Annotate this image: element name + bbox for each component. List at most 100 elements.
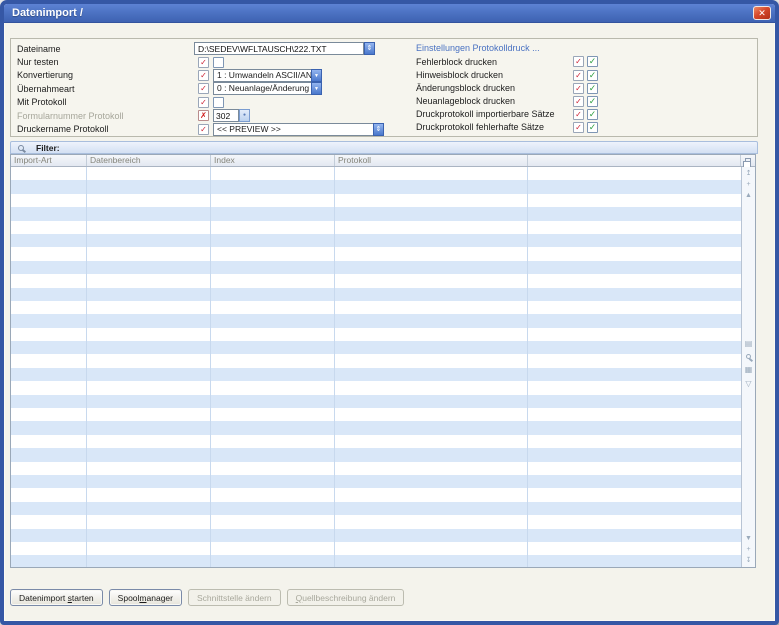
field-error-icon[interactable]: ✗ (198, 110, 209, 121)
pan-icon[interactable]: + (742, 179, 755, 190)
aenderungsblock-label: Änderungsblock drucken (416, 83, 573, 93)
table-row[interactable] (11, 194, 741, 207)
quellbeschreibung-aendern-button[interactable]: Quellbeschreibung ändern (287, 589, 405, 606)
table-row[interactable] (11, 555, 741, 567)
table-row[interactable] (11, 542, 741, 555)
action-button-bar: Datenimport starten Spoolmanager Schnitt… (10, 589, 404, 606)
table-row[interactable] (11, 301, 741, 314)
table-row[interactable] (11, 288, 741, 301)
table-row[interactable] (11, 381, 741, 394)
mit-protokoll-checkbox[interactable] (213, 97, 224, 108)
table-row[interactable] (11, 475, 741, 488)
scroll-up-icon[interactable]: ▲ (742, 190, 755, 201)
filter-funnel-icon[interactable]: ▽ (742, 377, 755, 391)
chevron-down-icon: ▼ (314, 73, 319, 79)
table-cell (335, 542, 528, 555)
fehlerblock-checkbox[interactable]: ✓ (587, 56, 598, 67)
table-cell (11, 395, 87, 408)
table-row[interactable] (11, 234, 741, 247)
table-cell (528, 207, 741, 220)
table-row[interactable] (11, 368, 741, 381)
uebernahmeart-dropdown-button[interactable]: ▼ (311, 82, 322, 95)
scroll-to-top-icon[interactable]: ↥ (742, 168, 755, 179)
search-icon[interactable] (746, 354, 751, 359)
spoolmanager-button[interactable]: Spoolmanager (109, 589, 182, 606)
windows-icon (745, 158, 751, 163)
table-row[interactable] (11, 462, 741, 475)
druckername-lookup-button[interactable]: ⇕ (373, 123, 384, 136)
table-row[interactable] (11, 529, 741, 542)
scroll-to-bottom-icon[interactable]: ↧ (742, 555, 755, 566)
table-row[interactable] (11, 408, 741, 421)
filter-bar[interactable]: Filter: (10, 141, 758, 154)
table-row[interactable] (11, 328, 741, 341)
hinweisblock-checkbox[interactable]: ✓ (587, 70, 598, 81)
field-indicator-icon[interactable]: ✓ (198, 83, 209, 94)
protocol-row: Druckprotokoll importierbare Sätze ✓ ✓ (416, 108, 756, 121)
field-indicator-icon[interactable]: ✓ (198, 97, 209, 108)
table-row[interactable] (11, 448, 741, 461)
nur-testen-checkbox[interactable] (213, 57, 224, 68)
field-row-konvertierung: Konvertierung ✓ 1 : Umwandeln ASCII/ANSI… (17, 69, 384, 82)
neuanlageblock-checkbox[interactable]: ✓ (587, 96, 598, 107)
pan-icon[interactable]: + (742, 544, 755, 555)
uebernahmeart-select[interactable]: 0 : Neuanlage/Änderung (213, 82, 311, 95)
field-indicator-icon[interactable]: ✓ (573, 83, 584, 94)
table-row[interactable] (11, 502, 741, 515)
table-row[interactable] (11, 207, 741, 220)
table-row[interactable] (11, 421, 741, 434)
field-indicator-icon[interactable]: ✓ (198, 57, 209, 68)
close-button[interactable]: ✕ (753, 6, 771, 20)
aenderungsblock-checkbox[interactable]: ✓ (587, 83, 598, 94)
schnittstelle-aendern-button[interactable]: Schnittstelle ändern (188, 589, 281, 606)
table-row[interactable] (11, 221, 741, 234)
scroll-down-icon[interactable]: ▼ (742, 533, 755, 544)
table-row[interactable] (11, 341, 741, 354)
table-header-options-button[interactable] (741, 155, 755, 166)
dateiname-input[interactable] (194, 42, 364, 55)
detail-view-icon[interactable]: ▤ (742, 337, 755, 351)
dateiname-lookup-button[interactable]: ⇕ (364, 42, 375, 55)
table-row[interactable] (11, 180, 741, 193)
column-header[interactable]: Protokoll (335, 155, 528, 166)
table-row[interactable] (11, 167, 741, 180)
table-cell (335, 395, 528, 408)
red-check-icon: ✓ (200, 98, 207, 107)
fehlerhafte-saetze-checkbox[interactable]: ✓ (587, 122, 598, 133)
column-header[interactable] (528, 155, 741, 166)
table-row[interactable] (11, 435, 741, 448)
table-row[interactable] (11, 314, 741, 327)
formularnummer-spinner[interactable]: ● (239, 109, 250, 122)
fehlerblock-label: Fehlerblock drucken (416, 57, 573, 67)
table-row[interactable] (11, 274, 741, 287)
table-cell (11, 234, 87, 247)
table-cell (11, 475, 87, 488)
druckername-select[interactable]: << PREVIEW >> (213, 123, 373, 136)
table-view-icon[interactable]: ▦ (742, 363, 755, 377)
datenimport-starten-button[interactable]: Datenimport starten (10, 589, 103, 606)
table-row[interactable] (11, 247, 741, 260)
field-indicator-icon[interactable]: ✓ (198, 70, 209, 81)
field-indicator-icon[interactable]: ✓ (198, 124, 209, 135)
table-row[interactable] (11, 395, 741, 408)
table-row[interactable] (11, 515, 741, 528)
table-row[interactable] (11, 354, 741, 367)
formularnummer-input[interactable] (213, 109, 239, 122)
table-cell (335, 488, 528, 501)
field-indicator-icon[interactable]: ✓ (573, 56, 584, 67)
protocol-settings-link[interactable]: Einstellungen Protokolldruck ... (416, 42, 756, 55)
table-row[interactable] (11, 488, 741, 501)
column-header[interactable]: Index (211, 155, 335, 166)
konvertierung-dropdown-button[interactable]: ▼ (311, 69, 322, 82)
field-indicator-icon[interactable]: ✓ (573, 122, 584, 133)
field-indicator-icon[interactable]: ✓ (573, 70, 584, 81)
importierbare-saetze-checkbox[interactable]: ✓ (587, 109, 598, 120)
field-row-formularnummer: Formularnummer Protokoll ✗ ● (17, 109, 384, 122)
column-header[interactable]: Datenbereich (87, 155, 211, 166)
table-cell (211, 341, 335, 354)
field-indicator-icon[interactable]: ✓ (573, 96, 584, 107)
field-indicator-icon[interactable]: ✓ (573, 109, 584, 120)
konvertierung-select[interactable]: 1 : Umwandeln ASCII/ANSI (213, 69, 311, 82)
column-header[interactable]: Import-Art (11, 155, 87, 166)
table-row[interactable] (11, 261, 741, 274)
